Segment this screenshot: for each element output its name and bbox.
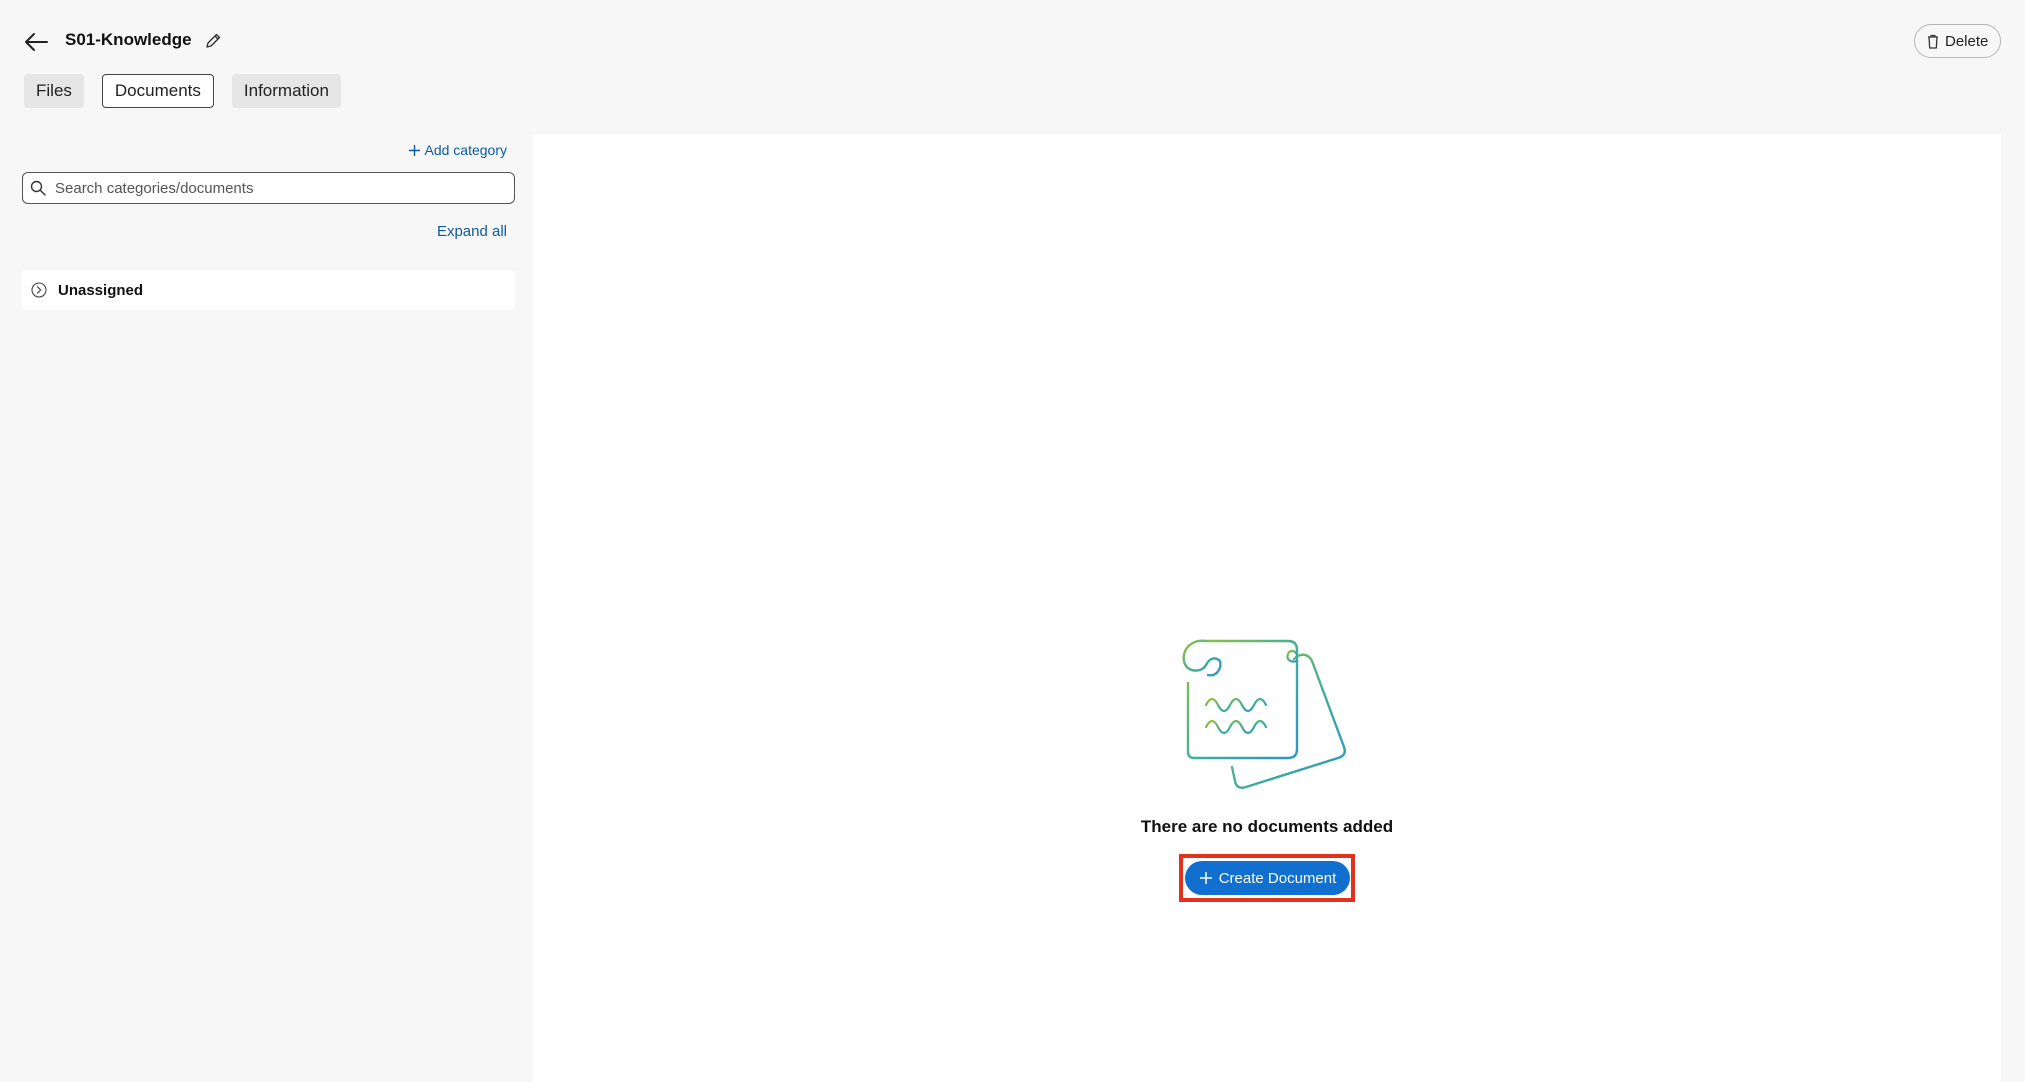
add-category-label: Add category <box>424 142 508 158</box>
back-button[interactable] <box>20 26 52 58</box>
empty-documents-illustration <box>1182 639 1346 789</box>
category-label: Unassigned <box>58 281 144 299</box>
create-document-button[interactable]: Create Document <box>1185 861 1350 895</box>
tab-documents[interactable]: Documents <box>101 74 214 108</box>
trash-icon <box>1928 34 1938 49</box>
plus-icon <box>408 144 420 156</box>
back-arrow-icon <box>25 33 48 51</box>
add-category-button[interactable]: Add category <box>408 142 508 158</box>
plus-icon <box>1199 872 1212 884</box>
chevron-right-circle-icon <box>30 281 48 299</box>
delete-button[interactable]: Delete <box>1914 24 2002 58</box>
search-icon <box>23 180 53 196</box>
edit-title-button[interactable] <box>202 30 224 52</box>
search-input[interactable] <box>53 178 497 198</box>
page-title: S01-Knowledge <box>65 30 192 49</box>
pencil-icon <box>206 33 221 48</box>
delete-button-label: Delete <box>1945 32 1989 50</box>
search-box <box>22 172 515 204</box>
tab-bar: Files Documents Information <box>24 74 341 108</box>
page-header: S01-Knowledge Delete <box>0 0 2025 70</box>
category-sidebar: Add category Expand all Unassigned <box>0 134 532 1082</box>
create-document-label: Create Document <box>1218 869 1337 887</box>
category-item-unassigned[interactable]: Unassigned <box>22 270 515 310</box>
tab-files[interactable]: Files <box>24 74 84 108</box>
document-content-area: There are no documents added Create Docu… <box>533 134 2001 1082</box>
empty-state-message: There are no documents added <box>1140 817 1394 836</box>
tab-information[interactable]: Information <box>231 74 341 108</box>
expand-all-link[interactable]: Expand all <box>437 223 507 240</box>
